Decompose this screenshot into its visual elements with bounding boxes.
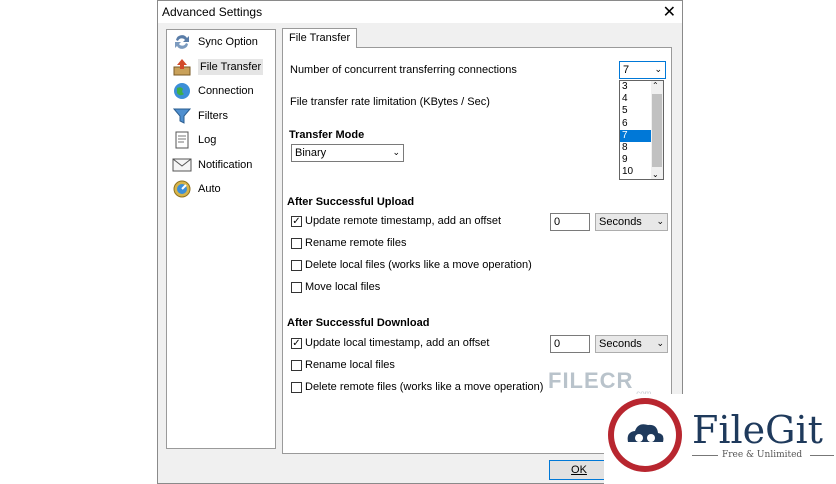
tab-file-transfer[interactable]: File Transfer xyxy=(282,28,358,48)
scrollbar-thumb[interactable] xyxy=(652,94,662,167)
download-offset-unit-value: Seconds xyxy=(599,338,642,350)
chevron-down-icon: ⌄ xyxy=(392,147,400,157)
download-heading: After Successful Download xyxy=(287,317,430,329)
filegit-tagline: Free & Unlimited xyxy=(722,450,803,460)
chevron-down-icon[interactable]: ⌄ xyxy=(652,170,659,179)
funnel-icon xyxy=(172,106,192,126)
sync-icon xyxy=(172,32,192,52)
dropdown-option-selected[interactable]: 7 xyxy=(620,129,651,142)
filegit-logo-icon xyxy=(608,398,682,472)
divider xyxy=(692,455,718,456)
chevron-up-icon[interactable]: ⌃ xyxy=(652,81,659,90)
sidebar-item-label: File Transfer xyxy=(198,58,264,75)
dropdown-option[interactable]: 5 xyxy=(620,105,651,117)
upload-rename-label: Rename remote files xyxy=(305,237,407,249)
download-rename-label: Rename local files xyxy=(305,359,395,371)
upload-heading: After Successful Upload xyxy=(287,196,415,208)
connections-dropdown-list: 3 4 5 6 7 8 9 10 ⌃ ⌄ xyxy=(619,80,664,180)
ok-button-label: OK xyxy=(571,464,587,476)
title-bar: Advanced Settings ✕ xyxy=(158,1,682,23)
connections-value: 7 xyxy=(623,64,630,76)
download-offset-input[interactable]: 0 xyxy=(550,335,590,353)
filegit-logo-text: FileGit xyxy=(692,408,823,452)
upload-update-timestamp-checkbox[interactable]: ✓ xyxy=(291,216,302,227)
sidebar-item-log[interactable]: Log xyxy=(167,128,275,153)
sidebar-item-label: Sync Option xyxy=(198,36,258,49)
sidebar-item-label: Notification xyxy=(198,158,253,171)
connections-select[interactable]: 7 ⌄ xyxy=(619,61,666,79)
divider xyxy=(810,455,834,456)
sidebar-item-label: Log xyxy=(198,134,217,147)
upload-offset-unit-select[interactable]: Seconds ⌄ xyxy=(595,213,668,231)
dropdown-option[interactable]: 8 xyxy=(620,142,651,154)
sidebar-item-auto[interactable]: Auto xyxy=(167,177,275,202)
chevron-down-icon: ⌄ xyxy=(656,338,664,348)
upload-offset-input[interactable]: 0 xyxy=(550,213,590,231)
download-rename-checkbox[interactable] xyxy=(291,360,302,371)
auto-icon xyxy=(172,179,192,199)
dropdown-scrollbar[interactable]: ⌃ ⌄ xyxy=(651,81,663,179)
transfer-mode-select[interactable]: Binary ⌄ xyxy=(291,144,404,162)
sidebar-item-file-transfer[interactable]: File Transfer xyxy=(167,55,275,80)
envelope-icon xyxy=(172,155,192,175)
upload-move-local-checkbox[interactable] xyxy=(291,282,302,293)
upload-move-local-label: Move local files xyxy=(305,281,381,293)
settings-sidebar: Sync Option File Transfer Connection Fil… xyxy=(166,29,276,449)
sidebar-item-sync-option[interactable]: Sync Option xyxy=(167,30,275,55)
dropdown-option[interactable]: 6 xyxy=(620,118,651,130)
chevron-down-icon: ⌄ xyxy=(656,216,664,226)
sidebar-item-label: Connection xyxy=(198,85,254,98)
upload-rename-checkbox[interactable] xyxy=(291,238,302,249)
transfer-mode-heading: Transfer Mode xyxy=(289,129,365,141)
dropdown-option[interactable]: 10 xyxy=(620,166,651,178)
sidebar-item-notification[interactable]: Notification xyxy=(167,153,275,178)
sidebar-item-label: Filters xyxy=(198,109,228,122)
sidebar-item-connection[interactable]: Connection xyxy=(167,79,275,104)
download-update-timestamp-label: Update local timestamp, add an offset xyxy=(305,337,490,349)
connections-label: Number of concurrent transferring connec… xyxy=(290,64,517,76)
sidebar-item-label: Auto xyxy=(198,183,221,196)
upload-update-timestamp-label: Update remote timestamp, add an offset xyxy=(305,215,502,227)
download-update-timestamp-checkbox[interactable]: ✓ xyxy=(291,338,302,349)
download-delete-remote-label: Delete remote files (works like a move o… xyxy=(305,381,544,393)
log-icon xyxy=(172,130,192,150)
file-transfer-icon xyxy=(172,57,192,77)
ok-button[interactable]: OK xyxy=(549,460,609,480)
window-title: Advanced Settings xyxy=(162,5,263,19)
filecr-watermark: FILECR xyxy=(548,368,634,393)
filegit-logo: FileGit Free & Unlimited xyxy=(604,394,836,484)
dropdown-option[interactable]: 4 xyxy=(620,93,651,105)
upload-delete-local-label: Delete local files (works like a move op… xyxy=(305,259,532,271)
close-icon[interactable]: ✕ xyxy=(663,2,676,22)
transfer-mode-value: Binary xyxy=(295,147,327,159)
upload-offset-unit-value: Seconds xyxy=(599,216,642,228)
globe-icon xyxy=(172,81,192,101)
rate-limit-label: File transfer rate limitation (KBytes / … xyxy=(290,96,490,108)
sidebar-item-filters[interactable]: Filters xyxy=(167,104,275,129)
dropdown-option[interactable]: 9 xyxy=(620,154,651,166)
dropdown-option[interactable]: 3 xyxy=(620,81,651,93)
download-delete-remote-checkbox[interactable] xyxy=(291,382,302,393)
chevron-down-icon: ⌄ xyxy=(654,64,662,74)
download-offset-unit-select[interactable]: Seconds ⌄ xyxy=(595,335,668,353)
upload-delete-local-checkbox[interactable] xyxy=(291,260,302,271)
